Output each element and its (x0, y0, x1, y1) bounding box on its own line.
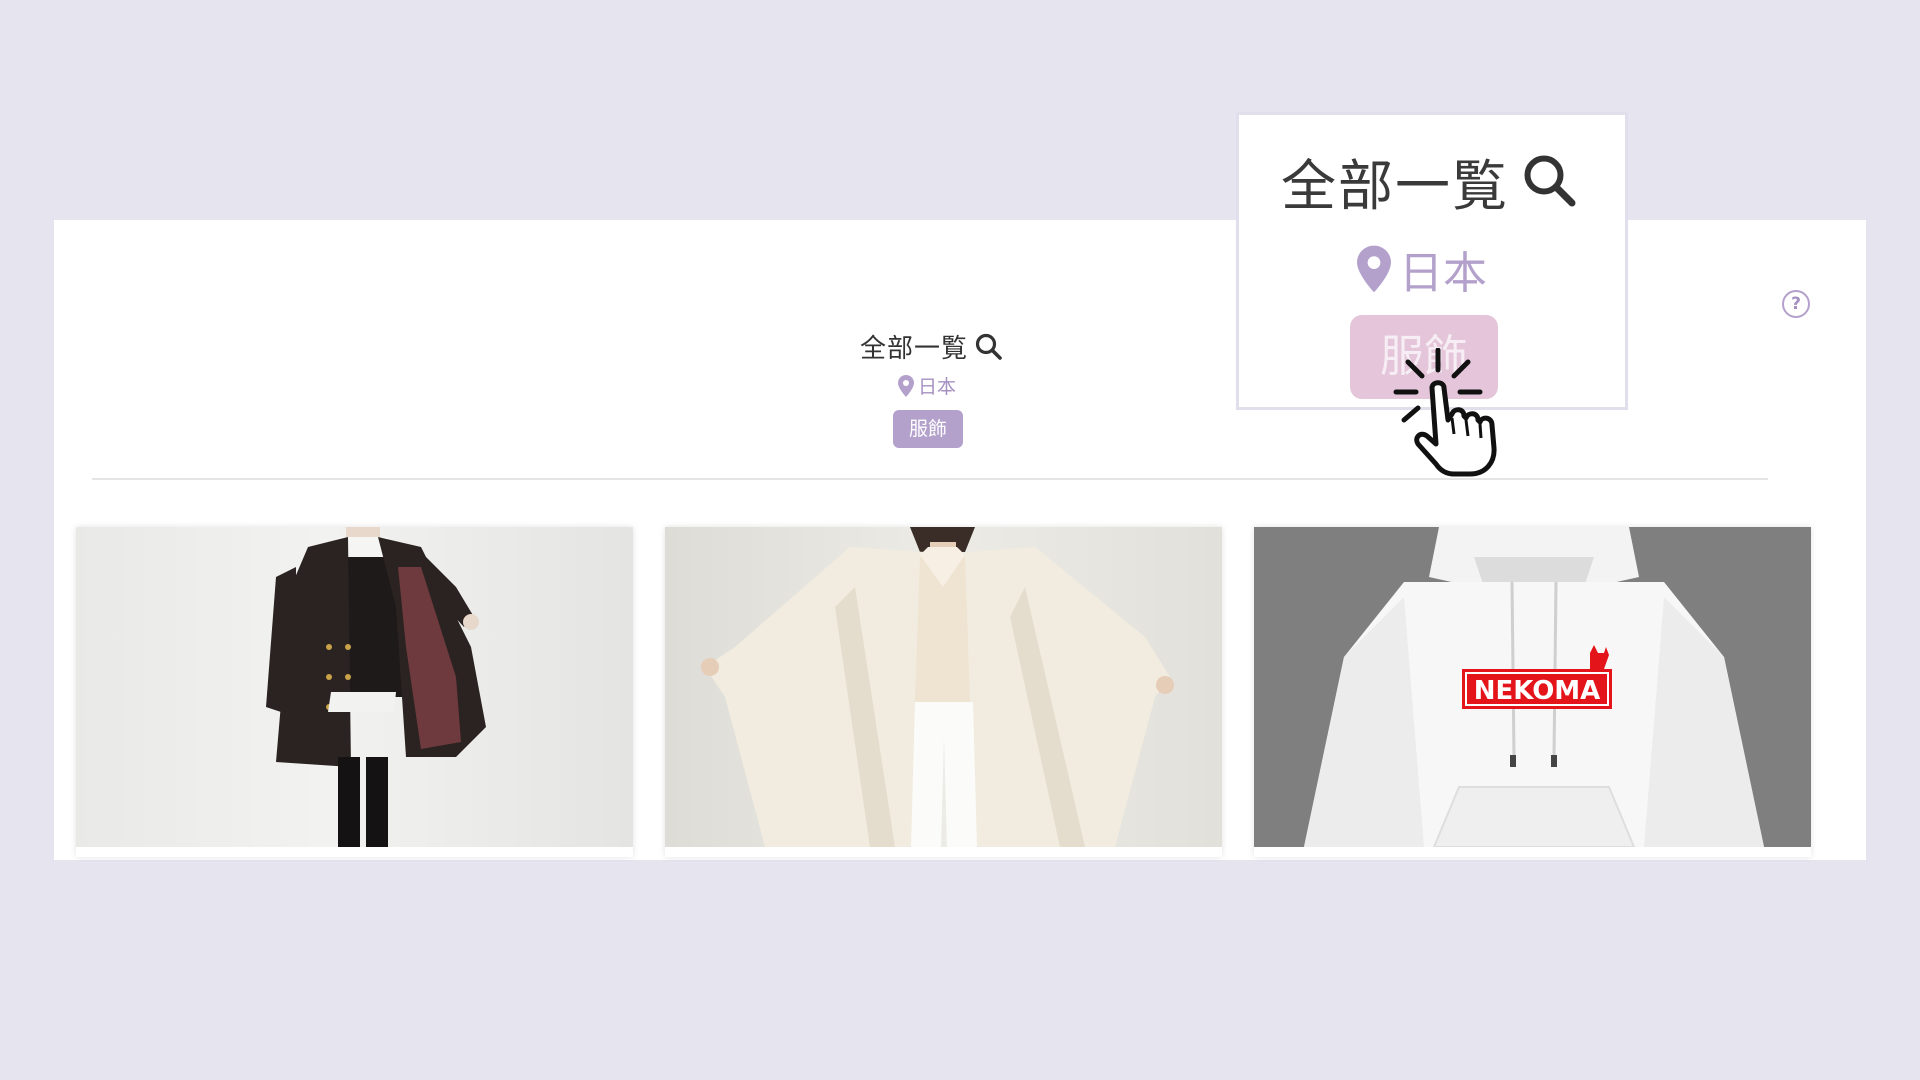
location-label: 日本 (918, 376, 957, 398)
location-pin-icon (1357, 245, 1391, 293)
location-row: 日本 (898, 372, 956, 399)
hoodie-print-text: NEKOMA (1474, 676, 1601, 706)
product-image-cream-cape[interactable] (665, 527, 1222, 847)
callout-location-label: 日本 (1399, 248, 1487, 299)
title-row[interactable]: 全部一覧 (860, 328, 1004, 365)
divider (92, 478, 1768, 480)
page-title: 全部一覧 (860, 334, 969, 364)
category-tag[interactable]: 服飾 (893, 410, 963, 448)
location-pin-icon (898, 374, 914, 397)
callout-title-row: 全部一覧 (1281, 141, 1579, 221)
help-icon[interactable]: ? (1782, 290, 1810, 318)
callout-location-row: 日本 (1357, 237, 1487, 301)
hand-pointer-click-icon (1393, 348, 1497, 477)
callout-title: 全部一覧 (1281, 154, 1510, 218)
search-icon[interactable] (974, 332, 1004, 362)
product-card[interactable]: NEKOMA (1254, 527, 1811, 857)
product-image-black-coat[interactable] (76, 527, 633, 847)
product-card[interactable] (76, 527, 633, 857)
product-card[interactable] (665, 527, 1222, 857)
product-image-white-hoodie[interactable]: NEKOMA (1254, 527, 1811, 847)
search-icon (1524, 155, 1576, 207)
